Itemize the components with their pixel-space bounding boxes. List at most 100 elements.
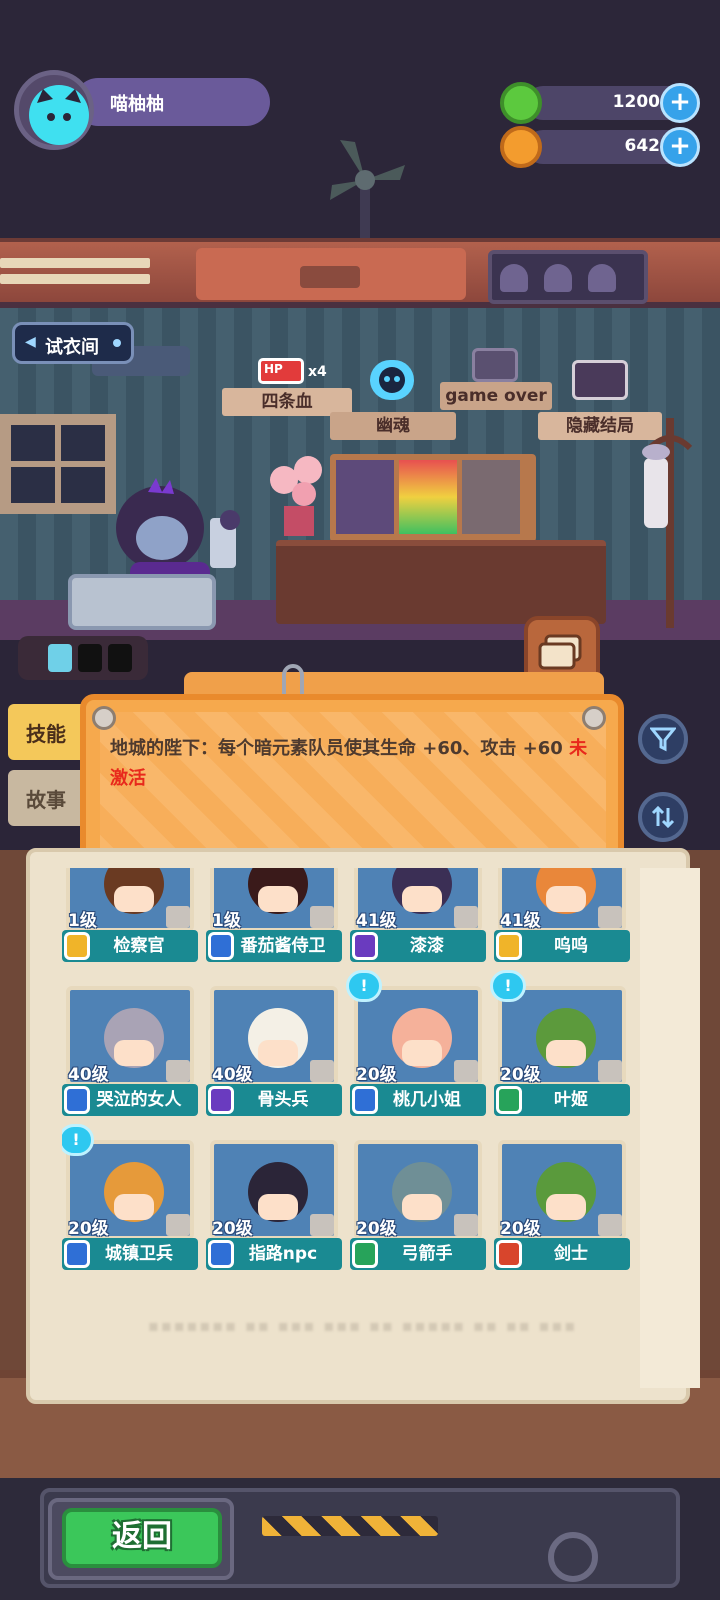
outfit-icon[interactable] xyxy=(166,906,190,928)
rarity-badge-icon xyxy=(496,1086,522,1114)
currency-gems: 1200 + xyxy=(500,82,700,124)
hero-face xyxy=(114,1040,154,1066)
blurred-page-text: ▪▪▪▪▪▪▪ ▪▪ ▪▪▪ ▪▪▪ ▪▪ ▪▪▪▪▪ ▪▪ ▪▪ ▪▪▪ xyxy=(148,1316,578,1335)
portrait-frame xyxy=(330,454,536,542)
hero-level: 20级 xyxy=(212,1219,253,1239)
avatar[interactable] xyxy=(14,70,94,150)
outfit-icon[interactable] xyxy=(310,1214,334,1236)
outfit-icon[interactable] xyxy=(166,1214,190,1236)
hero-card[interactable]: 20级 叶姬! xyxy=(490,970,630,1126)
lightning-icon xyxy=(48,644,72,672)
outfit-icon[interactable] xyxy=(166,1060,190,1082)
rivet-icon xyxy=(582,706,606,730)
outfit-icon[interactable] xyxy=(454,906,478,928)
skill-description: 地城的陛下：每个暗元素队员使其生命 +60、攻击 +60 未激活 xyxy=(110,734,594,794)
hero-face xyxy=(546,886,586,912)
tab-skill[interactable]: 技能 xyxy=(8,704,86,760)
hero-level: 20级 xyxy=(356,1065,397,1085)
hero-level: 20级 xyxy=(356,1219,397,1239)
ending-ghost[interactable]: 幽魂 xyxy=(330,360,456,440)
currency-coins-value: 642 xyxy=(624,136,661,156)
hero-card[interactable]: 20级 桃几小姐! xyxy=(346,970,486,1126)
player-name: 喵柚柚 xyxy=(110,94,164,115)
wooden-desk xyxy=(276,540,606,624)
rarity-badge-icon xyxy=(64,932,90,960)
sort-button[interactable] xyxy=(638,792,688,842)
currency-coins: 642 + xyxy=(500,126,700,168)
add-coins-button[interactable]: + xyxy=(660,127,700,167)
rarity-badge-icon xyxy=(352,1086,378,1114)
hero-face xyxy=(546,1040,586,1066)
outfit-icon[interactable] xyxy=(310,906,334,928)
hero-face xyxy=(402,1040,442,1066)
sewing-machine xyxy=(68,574,216,630)
alert-bubble-icon: ! xyxy=(346,970,382,1002)
cat-avatar-icon xyxy=(29,85,89,145)
dial-icon xyxy=(548,1532,598,1582)
outfit-icon[interactable] xyxy=(598,906,622,928)
profile-name-pill xyxy=(74,78,270,126)
ending-game-over[interactable]: game over xyxy=(440,348,552,410)
hero-level: 20级 xyxy=(68,1219,109,1239)
back-button[interactable]: 返回 xyxy=(62,1508,222,1568)
ghost-skull-icon xyxy=(370,360,414,400)
hp-multiplier: x4 xyxy=(308,364,327,380)
hero-grid: 1级 检察官 1级 番茄酱侍卫 41级 漆漆 41级 呜呜 40级 哭泣的女人 40级 骨头兵 20级桃… xyxy=(62,868,642,1280)
orange-planet-coin-icon xyxy=(500,126,542,168)
green-donut-coin-icon xyxy=(500,82,542,124)
hero-card[interactable]: 20级 剑士 xyxy=(494,1136,630,1280)
hero-face xyxy=(114,886,154,912)
outfit-icon[interactable] xyxy=(454,1060,478,1082)
coat-rack-icon xyxy=(642,418,693,628)
hero-face xyxy=(402,886,442,912)
outfit-icon[interactable] xyxy=(310,1060,334,1082)
hero-level: 20级 xyxy=(500,1219,541,1239)
hero-face xyxy=(546,1194,586,1220)
tv-portrait-icon xyxy=(572,360,628,400)
back-arrow-icon: ◀ xyxy=(25,334,36,350)
hero-level: 1级 xyxy=(212,911,241,931)
player-profile[interactable]: 喵柚柚 xyxy=(14,70,270,150)
hero-level: 40级 xyxy=(212,1065,253,1085)
hero-card[interactable]: 20级 城镇卫兵! xyxy=(62,1124,198,1280)
gravestone-tv-icon xyxy=(472,348,518,382)
hazard-stripe xyxy=(262,1516,438,1536)
add-gems-button[interactable]: + xyxy=(660,83,700,123)
hero-level: 1级 xyxy=(68,911,97,931)
hero-card[interactable]: 41级 漆漆 xyxy=(350,868,486,972)
hero-face xyxy=(258,1194,298,1220)
room-window xyxy=(0,414,116,514)
energy-slot-empty xyxy=(78,644,102,672)
outfit-icon[interactable] xyxy=(598,1060,622,1082)
outfit-icon[interactable] xyxy=(454,1214,478,1236)
rarity-badge-icon xyxy=(208,1240,234,1268)
fitting-room-button[interactable]: ◀ 试衣间 xyxy=(12,322,134,364)
hero-face xyxy=(114,1194,154,1220)
tab-story[interactable]: 故事 xyxy=(8,770,86,826)
hero-card[interactable]: 20级 指路npc xyxy=(206,1136,342,1280)
portrait-dark-queen xyxy=(336,460,394,534)
hero-card[interactable]: 20级 弓箭手 xyxy=(350,1136,486,1280)
rarity-badge-icon xyxy=(352,932,378,960)
outfit-icon[interactable] xyxy=(598,1214,622,1236)
hero-level: 40级 xyxy=(68,1065,109,1085)
hero-card[interactable]: 1级 番茄酱侍卫 xyxy=(206,868,342,972)
hero-card[interactable]: 41级 呜呜 xyxy=(494,868,630,972)
rarity-badge-icon xyxy=(496,932,522,960)
hero-card[interactable]: 1级 检察官 xyxy=(62,868,198,972)
skill-text: 地城的陛下：每个暗元素队员使其生命 +60、攻击 +60 xyxy=(110,738,570,759)
filter-button[interactable] xyxy=(638,714,688,764)
fitting-room-label: 试衣间 xyxy=(45,337,99,358)
hero-face xyxy=(258,1040,298,1066)
alert-bubble-icon: ! xyxy=(490,970,526,1002)
energy-slot-empty xyxy=(108,644,132,672)
hero-level: 41级 xyxy=(356,911,397,931)
rarity-badge-icon xyxy=(64,1086,90,1114)
hero-card[interactable]: 40级 哭泣的女人 xyxy=(62,982,198,1126)
rarity-badge-icon xyxy=(496,1240,522,1268)
hero-level: 41级 xyxy=(500,911,541,931)
hero-card[interactable]: 40级 骨头兵 xyxy=(206,982,342,1126)
rarity-badge-icon xyxy=(208,932,234,960)
energy-indicator xyxy=(18,636,148,680)
hero-face xyxy=(402,1194,442,1220)
